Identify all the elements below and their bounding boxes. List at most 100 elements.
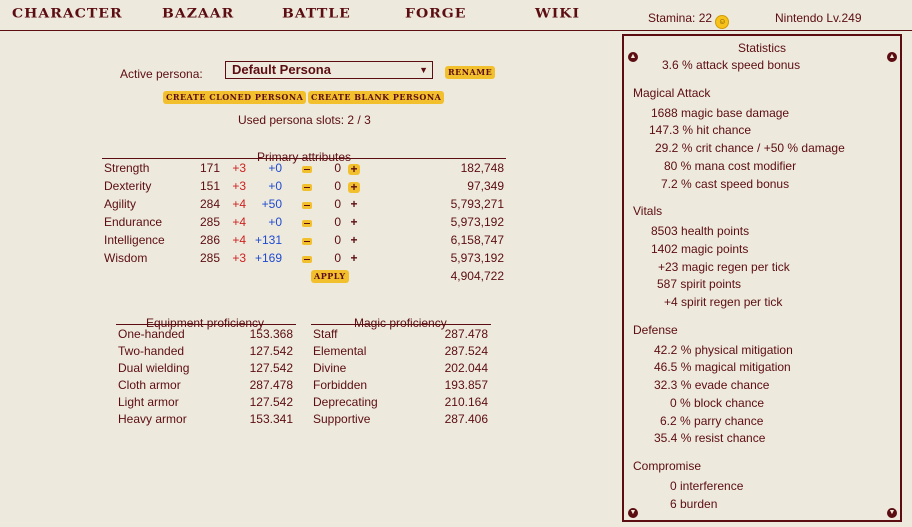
proficiency-name: Deprecating xyxy=(313,395,378,409)
attribute-bonus: +0 xyxy=(268,215,282,229)
nav-bazaar[interactable]: BAZAAR xyxy=(162,7,234,21)
attribute-exp-cost: 6,158,747 xyxy=(450,233,504,247)
stat-line: +23 magic regen per tick xyxy=(658,260,790,274)
attribute-increment: +3 xyxy=(232,179,246,193)
increase-icon[interactable]: + xyxy=(348,163,360,175)
apply-button[interactable]: APPLY xyxy=(311,270,349,283)
attribute-row: Strength 171 +3 +0 0 +182,748 xyxy=(104,161,504,179)
attribute-base: 285 xyxy=(199,251,220,265)
persona-select-value: Default Persona xyxy=(232,62,331,77)
increase-icon[interactable]: + xyxy=(348,197,360,211)
increase-icon[interactable]: + xyxy=(348,233,360,247)
compromise-heading: Compromise xyxy=(633,459,702,473)
attribute-name: Intelligence xyxy=(104,233,165,247)
attribute-base: 151 xyxy=(199,179,220,193)
magic-proficiency-row: Staff 287.478 xyxy=(313,327,493,344)
attribute-row: Agility 284 +4 +50 0 +5,793,271 xyxy=(104,197,504,215)
attribute-exp-cost: 97,349 xyxy=(467,179,504,193)
attribute-increment: +4 xyxy=(232,233,246,247)
equipment-proficiency-row: Dual wielding 127.542 xyxy=(118,361,298,378)
increase-icon[interactable]: + xyxy=(348,181,360,193)
nav-forge[interactable]: FORGE xyxy=(405,7,466,21)
magical-attack-heading: Magical Attack xyxy=(633,86,711,100)
stamina-text: Stamina: 22 xyxy=(648,11,713,25)
vitals-heading: Vitals xyxy=(633,204,663,218)
stat-line: 32.3 % evade chance xyxy=(654,378,770,392)
statistics-panel: Statistics ▲ ▲ ▼ ▼ 3.6 % attack speed bo… xyxy=(622,34,902,522)
attribute-row: Endurance 285 +4 +0 0 +5,973,192 xyxy=(104,215,504,233)
proficiency-name: Dual wielding xyxy=(118,361,190,375)
equipment-proficiency-row: Heavy armor 153.341 xyxy=(118,412,298,429)
attribute-assigned: 0 xyxy=(334,161,341,175)
attribute-bonus: +131 xyxy=(254,233,282,247)
persona-select[interactable]: Default Persona ▼ xyxy=(225,61,433,79)
increase-icon[interactable]: + xyxy=(348,215,360,229)
proficiency-name: Heavy armor xyxy=(118,412,187,426)
nav-wiki[interactable]: WIKI xyxy=(535,7,580,21)
attribute-base: 171 xyxy=(199,161,220,175)
attribute-assigned: 0 xyxy=(334,197,341,211)
attribute-increment: +3 xyxy=(232,161,246,175)
decrease-icon[interactable] xyxy=(302,202,312,209)
attribute-base: 285 xyxy=(199,215,220,229)
proficiency-value: 202.044 xyxy=(444,361,488,375)
proficiency-name: Forbidden xyxy=(313,378,368,392)
proficiency-value: 153.368 xyxy=(249,327,293,341)
magic-proficiency-row: Forbidden 193.857 xyxy=(313,378,493,395)
magic-proficiency-row: Divine 202.044 xyxy=(313,361,493,378)
stat-line: 29.2 % crit chance / +50 % damage xyxy=(655,141,845,155)
create-cloned-persona-button[interactable]: CREATE CLONED PERSONA xyxy=(163,91,307,104)
proficiency-name: Staff xyxy=(313,327,338,341)
attribute-assigned: 0 xyxy=(334,233,341,247)
proficiency-value: 193.857 xyxy=(444,378,488,392)
attribute-increment: +4 xyxy=(232,215,246,229)
proficiency-value: 287.478 xyxy=(249,378,293,392)
proficiency-name: Elemental xyxy=(313,344,367,358)
nav-battle[interactable]: BATTLE xyxy=(282,7,351,21)
decrease-icon[interactable] xyxy=(302,184,312,191)
attribute-bonus: +0 xyxy=(268,161,282,175)
proficiency-value: 153.341 xyxy=(249,412,293,426)
decrease-icon[interactable] xyxy=(302,166,312,173)
character-level: Nintendo Lv.249 xyxy=(775,11,862,25)
stat-line: 35.4 % resist chance xyxy=(654,431,766,445)
proficiency-value: 127.542 xyxy=(249,361,293,375)
create-blank-persona-button[interactable]: CREATE BLANK PERSONA xyxy=(308,91,445,104)
statistics-scroll-area[interactable]: 3.6 % attack speed bonus Magical Attack … xyxy=(624,60,900,512)
attribute-row: Dexterity 151 +3 +0 0 +97,349 xyxy=(104,179,504,197)
attribute-increment: +3 xyxy=(232,251,246,265)
magic-proficiency-divider xyxy=(311,324,491,325)
stat-line: 0 % block chance xyxy=(670,396,765,410)
top-navigation: CHARACTER BAZAAR BATTLE FORGE WIKI Stami… xyxy=(0,0,912,31)
primary-attributes-divider xyxy=(102,158,506,159)
stat-line: 0 interference xyxy=(670,479,744,493)
stat-line: 3.6 % attack speed bonus xyxy=(662,60,801,72)
proficiency-value: 287.478 xyxy=(444,327,488,341)
equipment-proficiency-row: One-handed 153.368 xyxy=(118,327,298,344)
stat-line: 42.2 % physical mitigation xyxy=(654,343,793,357)
decrease-icon[interactable] xyxy=(302,238,312,245)
proficiency-name: One-handed xyxy=(118,327,185,341)
stat-line: 80 % mana cost modifier xyxy=(664,159,797,173)
stat-line: 147.3 % hit chance xyxy=(649,123,752,137)
proficiency-value: 287.524 xyxy=(444,344,488,358)
rename-button[interactable]: RENAME xyxy=(445,66,496,79)
active-persona-label: Active persona: xyxy=(120,67,203,81)
attribute-name: Agility xyxy=(104,197,137,211)
smiley-icon: ☺ xyxy=(715,15,730,29)
attribute-row: Intelligence 286 +4 +131 0 +6,158,747 xyxy=(104,233,504,251)
equipment-proficiency-row: Two-handed 127.542 xyxy=(118,344,298,361)
nav-character[interactable]: CHARACTER xyxy=(12,7,123,21)
attribute-row: Wisdom 285 +3 +169 0 +5,973,192 xyxy=(104,251,504,269)
decrease-icon[interactable] xyxy=(302,256,312,263)
proficiency-name: Divine xyxy=(313,361,347,375)
proficiency-name: Supportive xyxy=(313,412,371,426)
proficiency-name: Cloth armor xyxy=(118,378,181,392)
stat-line: 1402 magic points xyxy=(651,242,749,256)
stat-line: 8503 health points xyxy=(651,224,750,238)
statistics-title: Statistics xyxy=(737,41,786,55)
decrease-icon[interactable] xyxy=(302,220,312,227)
proficiency-value: 127.542 xyxy=(249,344,293,358)
increase-icon[interactable]: + xyxy=(348,251,360,265)
attribute-base: 284 xyxy=(199,197,220,211)
